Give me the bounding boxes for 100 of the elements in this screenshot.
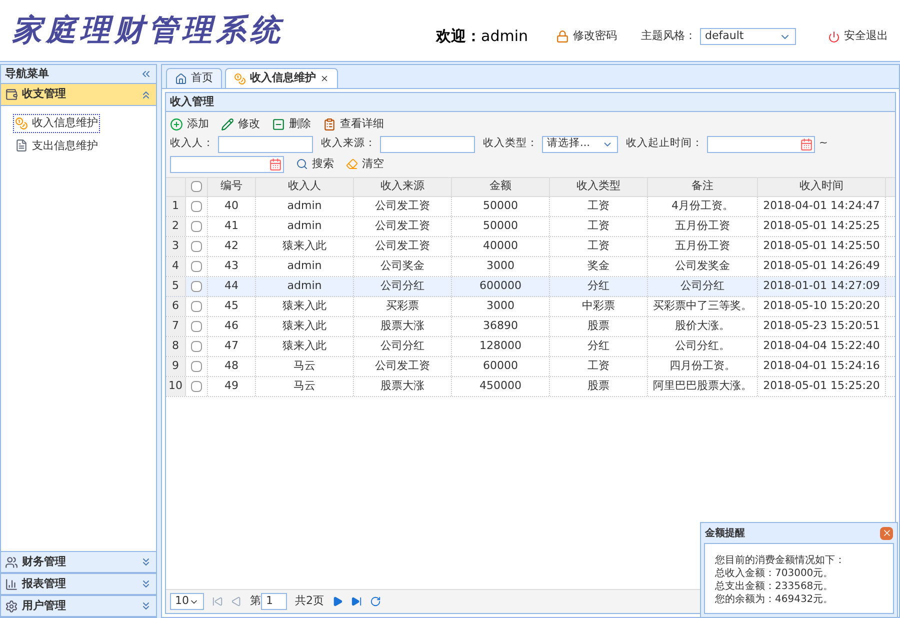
row-checkbox[interactable] — [191, 380, 202, 392]
section-header[interactable]: 报表管理 — [1, 573, 156, 595]
power-icon — [828, 30, 840, 42]
clear-button[interactable]: 清空 — [346, 156, 384, 172]
table-cell: 4月份工资。 — [648, 196, 758, 216]
table-cell: 2018-04-01 14:24:47 — [758, 196, 886, 216]
row-checkbox[interactable] — [191, 220, 202, 232]
tab[interactable]: 首页 — [166, 68, 222, 88]
collapse-icon[interactable] — [140, 68, 152, 80]
page-number-field[interactable]: 1 — [261, 593, 287, 610]
table-row[interactable]: 10 49 马云 股票大涨 450000 股票 阿里巴巴股票大涨。 2018-05-01 15:25:20 — [166, 376, 895, 396]
select-all-checkbox[interactable] — [191, 181, 202, 192]
table-cell: 阿里巴巴股票大涨。 — [648, 376, 758, 396]
page-size-select[interactable]: 10 — [170, 593, 204, 610]
row-number: 6 — [166, 296, 186, 316]
coins-icon — [234, 72, 246, 84]
table-row[interactable]: 2 41 admin 公司发工资 50000 工资 五月份工资 2018-05-01 14:25:25 — [166, 216, 895, 236]
section-icon — [5, 600, 18, 612]
table-cell: 股票 — [550, 316, 648, 336]
table-cell: 50000 — [452, 196, 550, 216]
change-password-link[interactable]: 修改密码 — [556, 28, 617, 45]
first-page-icon[interactable] — [212, 596, 223, 607]
column-header[interactable]: 备注 — [648, 178, 758, 196]
table-cell: 买彩票 — [354, 296, 452, 316]
table-cell: 猿来入此 — [256, 316, 354, 336]
row-checkbox[interactable] — [191, 320, 202, 332]
popup-title: 金额提醒 — [705, 526, 745, 540]
section-header[interactable]: 财务管理 — [1, 551, 156, 573]
last-page-icon[interactable] — [351, 596, 362, 607]
theme-select[interactable]: default — [700, 28, 796, 45]
chevrons-down-icon — [140, 578, 152, 590]
calendar-icon[interactable] — [800, 138, 813, 150]
theme-label: 主题风格： — [641, 28, 696, 44]
table-row[interactable]: 6 45 猿来入此 买彩票 3000 中彩票 买彩票中了三等奖。 2018-05-10 15:20:20 — [166, 296, 895, 316]
toolbar-icon — [221, 118, 234, 131]
row-checkbox[interactable] — [191, 280, 202, 292]
column-header[interactable]: 收入类型 — [550, 178, 648, 196]
row-checkbox[interactable] — [191, 360, 202, 372]
filter-label: 收入类型： — [483, 136, 538, 152]
column-header[interactable]: 收入来源 — [354, 178, 452, 196]
section-header[interactable]: 收支管理 — [1, 84, 156, 106]
row-checkbox[interactable] — [191, 300, 202, 312]
row-checkbox[interactable] — [191, 340, 202, 352]
payer-field[interactable] — [218, 136, 313, 152]
column-header[interactable]: 金额 — [452, 178, 550, 196]
close-icon — [882, 528, 892, 538]
close-icon[interactable] — [320, 74, 329, 83]
sidebar-title: 导航菜单 — [5, 66, 49, 82]
table-cell: 四月份工资。 — [648, 356, 758, 376]
table-cell: 五月份工资 — [648, 236, 758, 256]
refresh-icon[interactable] — [370, 596, 381, 607]
range-separator: ~ — [819, 136, 828, 152]
start-date-field[interactable] — [707, 136, 815, 152]
table-row[interactable]: 7 46 猿来入此 股票大涨 36890 股票 股价大涨。 2018-05-23 15:20:51 — [166, 316, 895, 336]
table-row[interactable]: 9 48 马云 公司发工资 60000 工资 四月份工资。 2018-04-01 15:24:16 — [166, 356, 895, 376]
column-header[interactable]: 收入人 — [256, 178, 354, 196]
section-icon — [5, 556, 18, 568]
column-header[interactable]: 收入时间 — [758, 178, 886, 196]
table-cell: 600000 — [452, 276, 550, 296]
toolbar-button[interactable]: 查看详细 — [323, 116, 384, 132]
table-row[interactable]: 8 47 猿来入此 公司分红 128000 分红 公司分红。 2018-04-04 15:22:40 — [166, 336, 895, 356]
row-number: 9 — [166, 356, 186, 376]
table-cell: 公司发工资 — [354, 356, 452, 376]
close-button[interactable] — [880, 526, 893, 540]
toolbar-button[interactable]: 删除 — [272, 116, 311, 132]
table-cell: 2018-01-01 14:27:09 — [758, 276, 886, 296]
table-row[interactable]: 3 42 猿来入此 公司发工资 40000 工资 五月份工资 2018-05-01 14:25:50 — [166, 236, 895, 256]
search-button[interactable]: 搜索 — [296, 156, 334, 172]
row-number: 1 — [166, 196, 186, 216]
source-field[interactable] — [380, 136, 475, 152]
logout-link[interactable]: 安全退出 — [828, 28, 888, 45]
type-select[interactable]: 请选择... — [542, 136, 618, 152]
section-header[interactable]: 用户管理 — [1, 595, 156, 617]
panel-title: 收入管理 — [170, 94, 214, 110]
table-row[interactable]: 4 43 admin 公司奖金 3000 奖金 公司发奖金 2018-05-01 14:26:49 — [166, 256, 895, 276]
end-date-field[interactable] — [170, 156, 284, 172]
row-checkbox[interactable] — [191, 240, 202, 252]
row-checkbox[interactable] — [191, 260, 202, 272]
column-header[interactable]: 编号 — [208, 178, 256, 196]
toolbar-button[interactable]: 修改 — [221, 116, 260, 132]
table-cell: 公司分红 — [354, 336, 452, 356]
table-row[interactable]: 1 40 admin 公司发工资 50000 工资 4月份工资。 2018-04-01 14:24:47 — [166, 196, 895, 216]
table-cell: 公司分红 — [648, 276, 758, 296]
lock-icon — [556, 30, 569, 43]
row-number: 4 — [166, 256, 186, 276]
table-cell: 2018-05-10 15:20:20 — [758, 296, 886, 316]
row-checkbox[interactable] — [191, 200, 202, 212]
tab[interactable]: 收入信息维护 — [225, 68, 338, 88]
table-row[interactable]: 5 44 admin 公司分红 600000 分红 公司分红 2018-01-01 14:27:09 — [166, 276, 895, 296]
eraser-icon — [346, 158, 358, 170]
chevrons-up-icon — [140, 88, 152, 100]
next-page-icon[interactable] — [332, 596, 343, 607]
document-icon — [15, 139, 28, 152]
sidebar-item[interactable]: 收入信息维护 — [13, 114, 100, 132]
previous-page-icon[interactable] — [231, 596, 242, 607]
popup-text: 您的余额为：469432元。 — [715, 593, 834, 606]
table-cell: 3000 — [452, 256, 550, 276]
calendar-icon[interactable] — [269, 158, 282, 170]
sidebar-item[interactable]: 支出信息维护 — [13, 136, 100, 155]
toolbar-button[interactable]: 添加 — [170, 116, 209, 132]
